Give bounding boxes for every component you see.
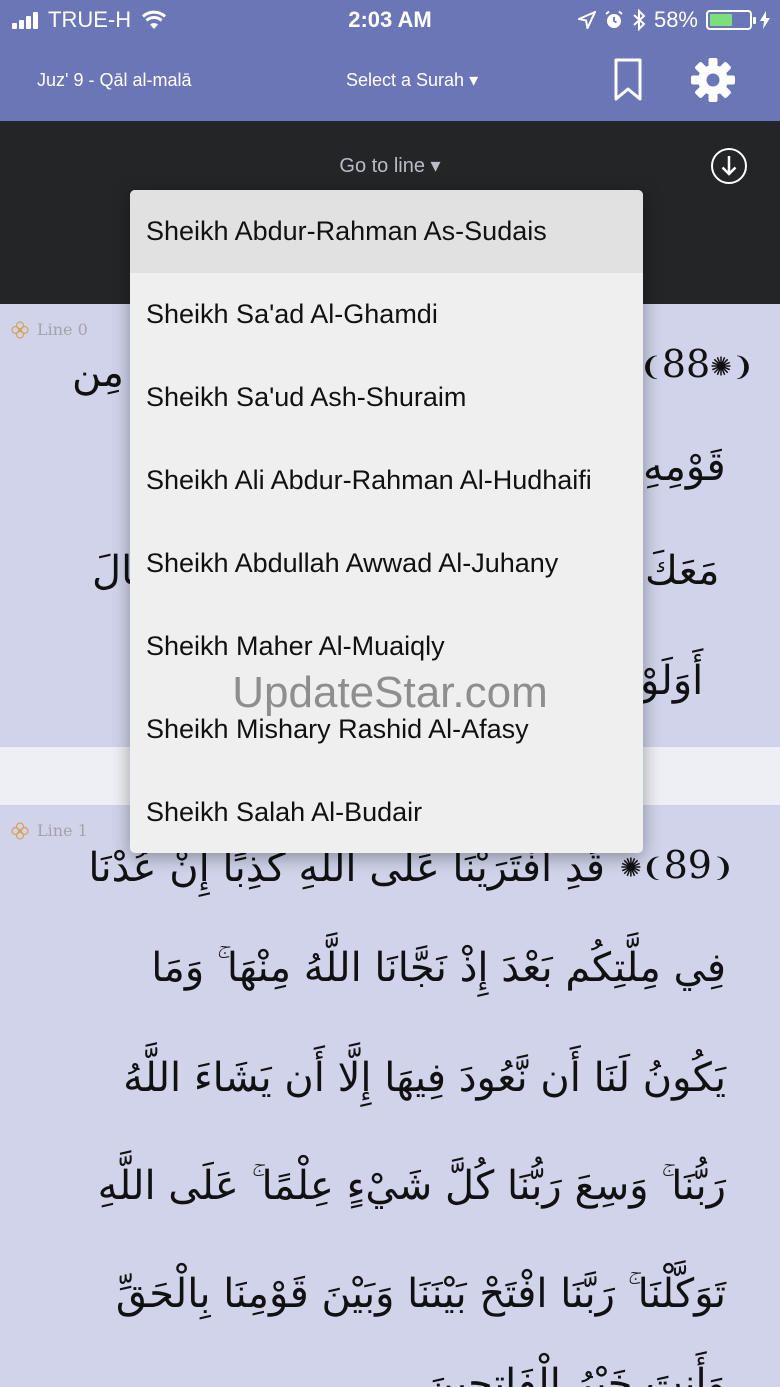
juz-label[interactable]: Juz' 9 - Qāl al-malā <box>37 70 192 91</box>
reciter-option[interactable]: Sheikh Abdullah Awwad Al-Juhany <box>130 522 643 605</box>
reciter-dropdown[interactable]: Sheikh Abdur-Rahman As-Sudais Sheikh Sa'… <box>130 190 643 853</box>
alarm-icon <box>605 10 623 28</box>
reciter-option[interactable]: Sheikh Abdur-Rahman As-Sudais <box>130 190 643 273</box>
verse-text-line: يَكُونُ لَنَا أَن نَّعُودَ فِيهَا إِلَّا… <box>123 1055 726 1101</box>
line-label-text: Line 1 <box>37 821 88 840</box>
gear-icon[interactable] <box>690 57 736 103</box>
verse-text-line: تَوَكَّلْنَا ۚ رَبَّنَا افْتَحْ بَيْنَنَ… <box>115 1271 726 1317</box>
location-icon <box>577 11 596 29</box>
go-to-line-button[interactable]: Go to line ▾ <box>0 153 780 178</box>
ayah-ornament-icon: ❨ <box>640 352 662 383</box>
nav-bar: Juz' 9 - Qāl al-malā Select a Surah ▾ <box>0 40 780 121</box>
reciter-option[interactable]: Sheikh Salah Al-Budair <box>130 771 643 853</box>
reciter-option[interactable]: Sheikh Sa'ud Ash-Shuraim <box>130 356 643 439</box>
ayah-number-marker: ❨88✺❩ <box>640 342 754 386</box>
line-label: Line 0 <box>11 320 88 339</box>
bluetooth-icon <box>633 9 646 31</box>
status-right: 58% <box>570 7 770 33</box>
charging-icon <box>760 11 770 29</box>
bookmark-icon[interactable] <box>614 58 642 102</box>
verse-text-line: وَأَنتَ خَيْرُ الْفَاتِحِينَ <box>425 1361 726 1387</box>
ayah-ornament-icon: ✺❨ <box>620 853 664 884</box>
verse-text-line: مِن <box>72 350 124 396</box>
verse-text-line: مَعَكَ <box>645 548 720 594</box>
verse-card[interactable]: Line 1 ✺❨89❩ قَدِ افْتَرَيْنَا عَلَى الل… <box>0 805 780 1387</box>
download-icon[interactable] <box>710 147 748 185</box>
ayah-number: 89 <box>663 843 712 887</box>
status-bar: TRUE-H 2:03 AM 58% <box>0 0 780 40</box>
surah-select[interactable]: Select a Surah ▾ <box>346 70 478 91</box>
battery-icon <box>706 10 756 30</box>
line-label-text: Line 0 <box>37 320 88 339</box>
reciter-option[interactable]: Sheikh Sa'ad Al-Ghamdi <box>130 273 643 356</box>
reciter-option[interactable]: Sheikh Ali Abdur-Rahman Al-Hudhaifi <box>130 439 643 522</box>
verse-text-line: قَوْمِهِ <box>643 444 726 490</box>
reciter-option[interactable]: Sheikh Maher Al-Muaiqly <box>130 605 643 688</box>
ayah-ornament-icon: ✺❩ <box>710 352 754 383</box>
ayah-ornament-icon: ❩ <box>711 853 734 884</box>
verse-text-line: رَبُّنَا ۚ وَسِعَ رَبُّنَا كُلَّ شَيْءٍ … <box>97 1163 726 1209</box>
battery-percent: 58% <box>653 7 698 32</box>
verse-text-line: أَوَلَوْ <box>640 658 704 704</box>
reciter-option[interactable]: Sheikh Mishary Rashid Al-Afasy <box>130 688 643 771</box>
flower-icon <box>11 821 29 840</box>
flower-icon <box>11 320 29 339</box>
line-label: Line 1 <box>11 821 88 840</box>
verse-text-line: فِي مِلَّتِكُم بَعْدَ إِذْ نَجَّانَا الل… <box>151 945 726 991</box>
ayah-number: 88 <box>661 342 711 386</box>
